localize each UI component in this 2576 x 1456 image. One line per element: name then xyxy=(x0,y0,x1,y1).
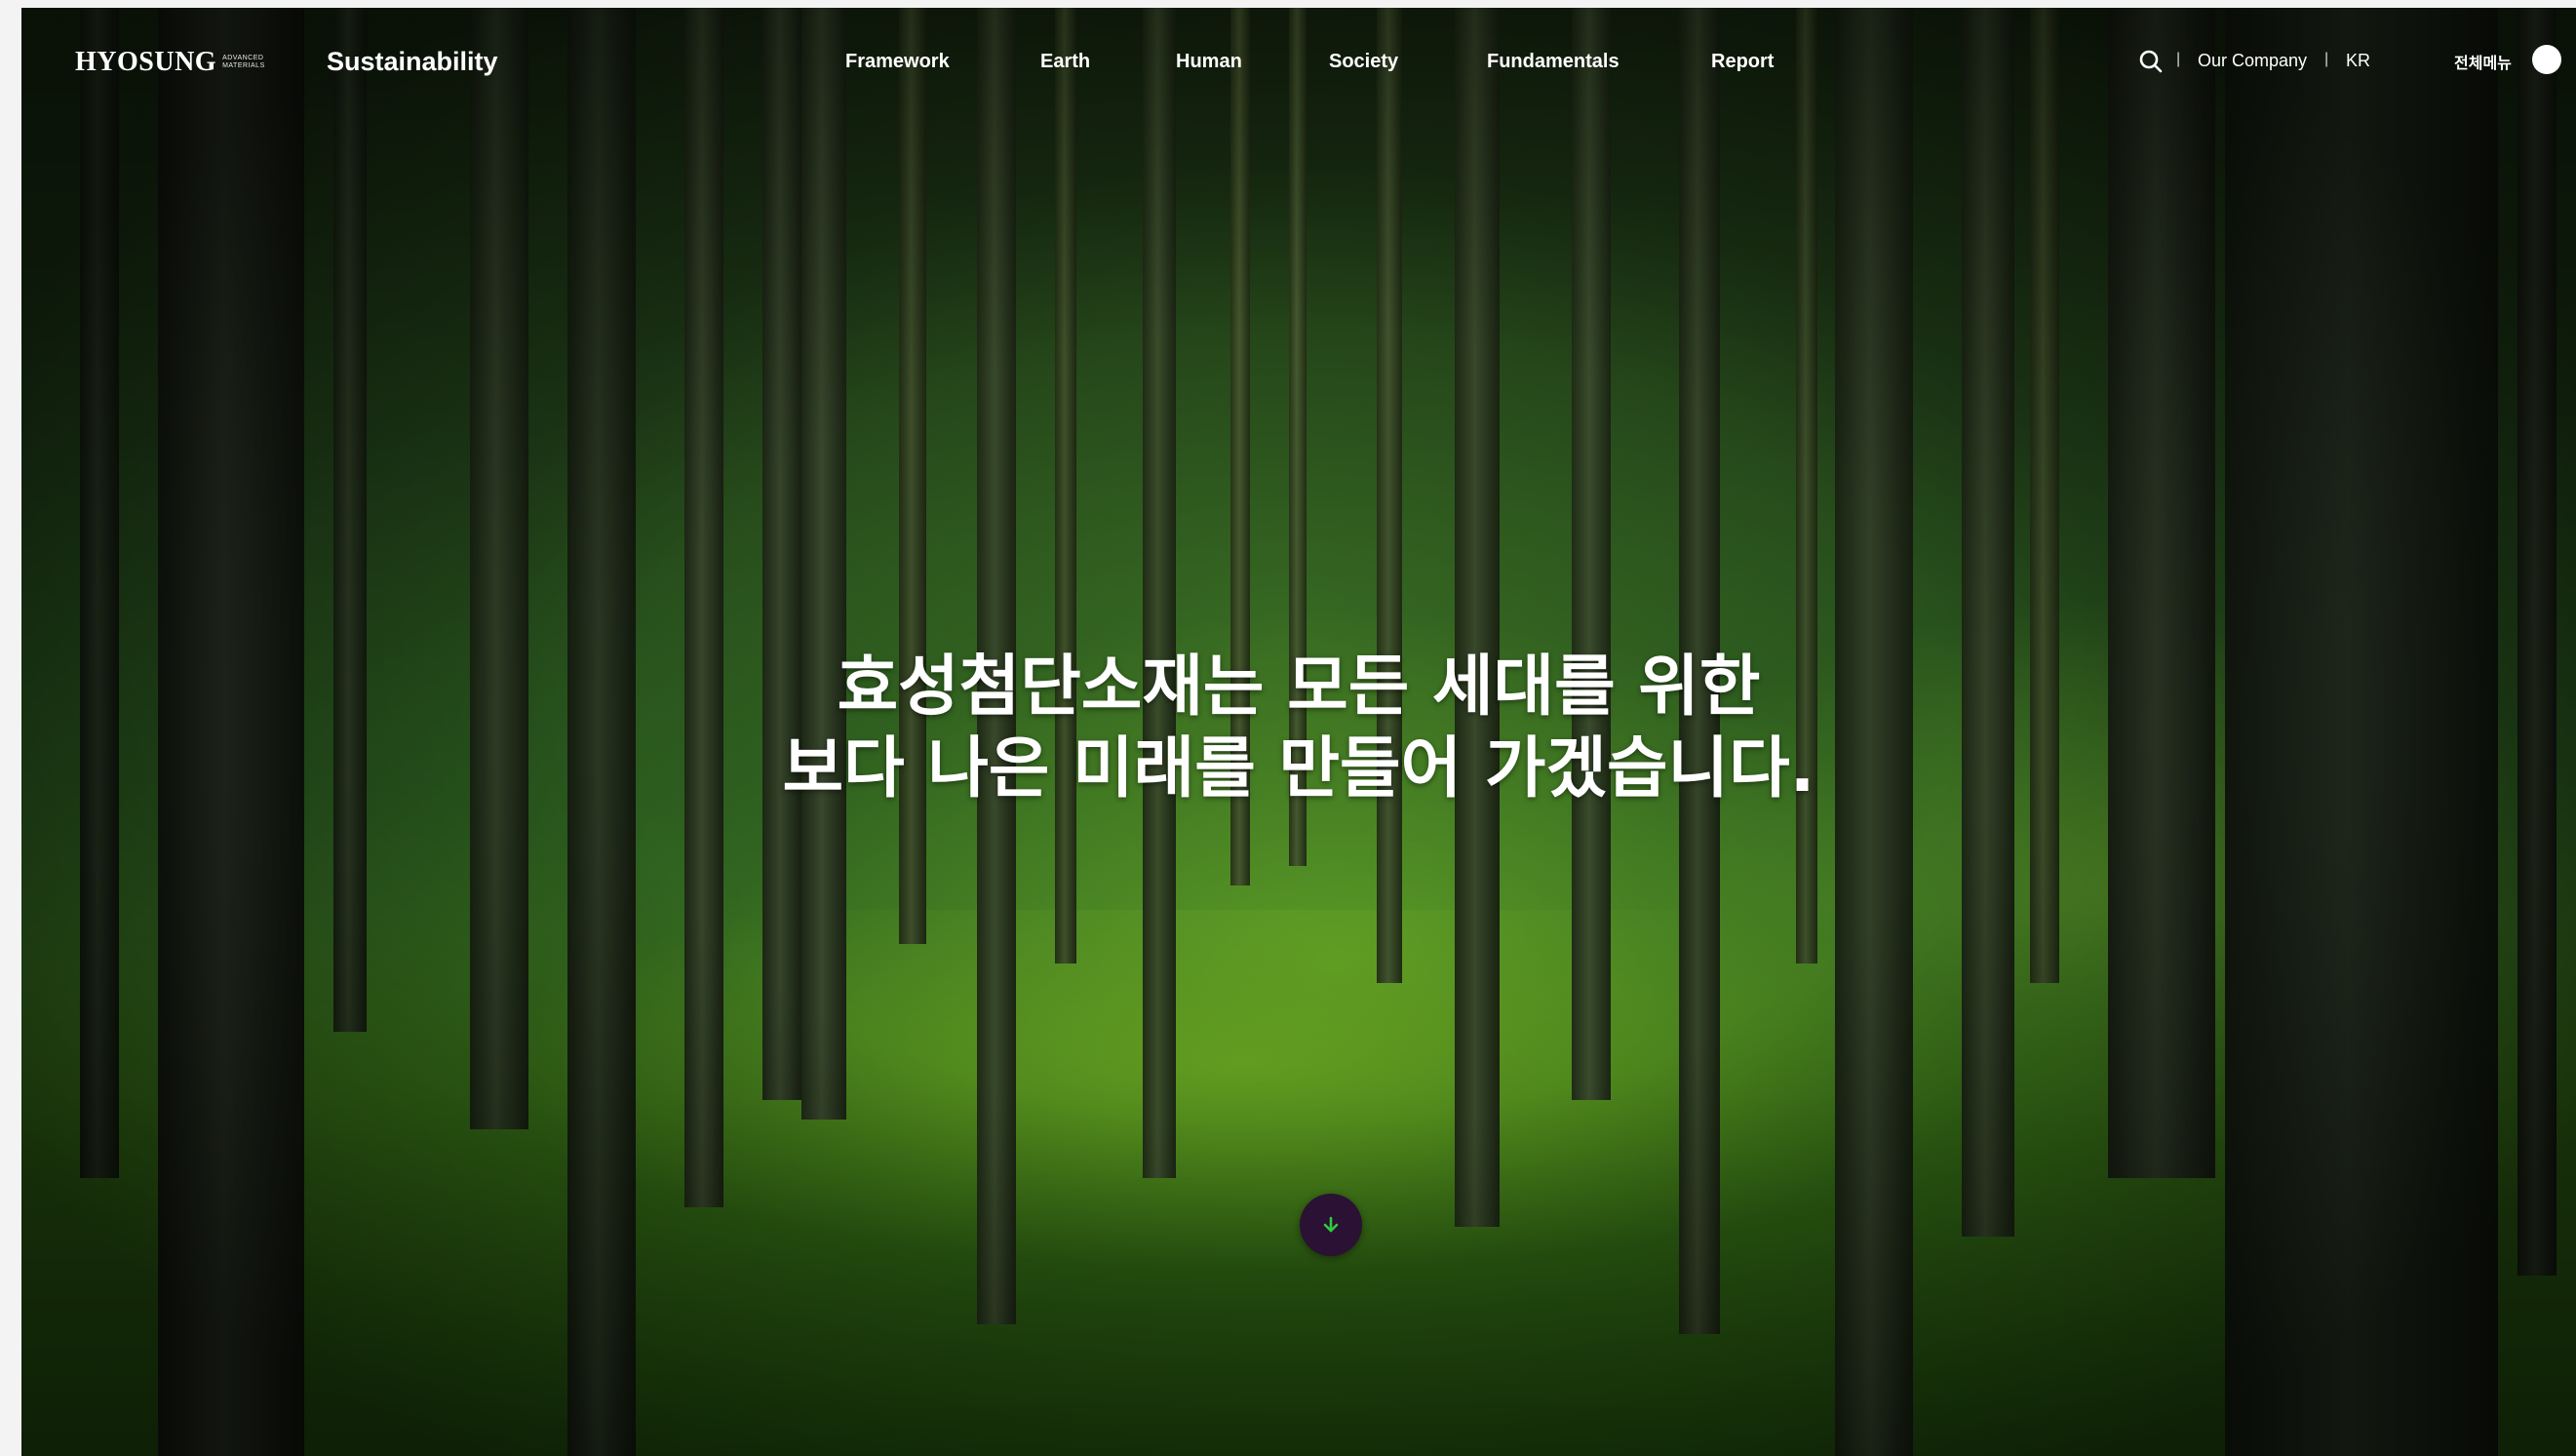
nav-item-earth[interactable]: Earth xyxy=(1040,51,1090,73)
site-header: HYOSUNG ADVANCED MATERIALS Sustainabilit… xyxy=(21,8,2576,115)
search-icon[interactable] xyxy=(2137,48,2165,75)
nav-item-framework[interactable]: Framework xyxy=(845,51,950,73)
menu-dot-icon[interactable] xyxy=(2532,45,2561,74)
main-nav: Framework Earth Human Society Fundamenta… xyxy=(21,51,2576,80)
nav-item-fundamentals[interactable]: Fundamentals xyxy=(1487,51,1620,73)
arrow-down-icon xyxy=(1323,1216,1339,1233)
nav-item-human[interactable]: Human xyxy=(1176,51,1242,73)
nav-item-report[interactable]: Report xyxy=(1711,51,1774,73)
hero-headline-line2: 보다 나은 미래를 만들어 가겠습니다. xyxy=(782,730,1815,807)
all-menu-button[interactable]: 전체메뉴 xyxy=(2454,50,2512,73)
hero-headline: 효성첨단소재는 모든 세대를 위한 보다 나은 미래를 만들어 가겠습니다. xyxy=(21,647,2576,810)
hero-headline-line1: 효성첨단소재는 모든 세대를 위한 xyxy=(837,649,1761,726)
hero-background: HYOSUNG ADVANCED MATERIALS Sustainabilit… xyxy=(21,8,2576,1456)
scroll-down-button[interactable] xyxy=(1300,1194,1362,1256)
our-company-link[interactable]: Our Company xyxy=(2198,51,2307,71)
utility-separator: | xyxy=(2324,51,2329,67)
utility-separator: | xyxy=(2176,51,2181,67)
language-link[interactable]: KR xyxy=(2346,51,2370,71)
nav-item-society[interactable]: Society xyxy=(1329,51,1398,73)
